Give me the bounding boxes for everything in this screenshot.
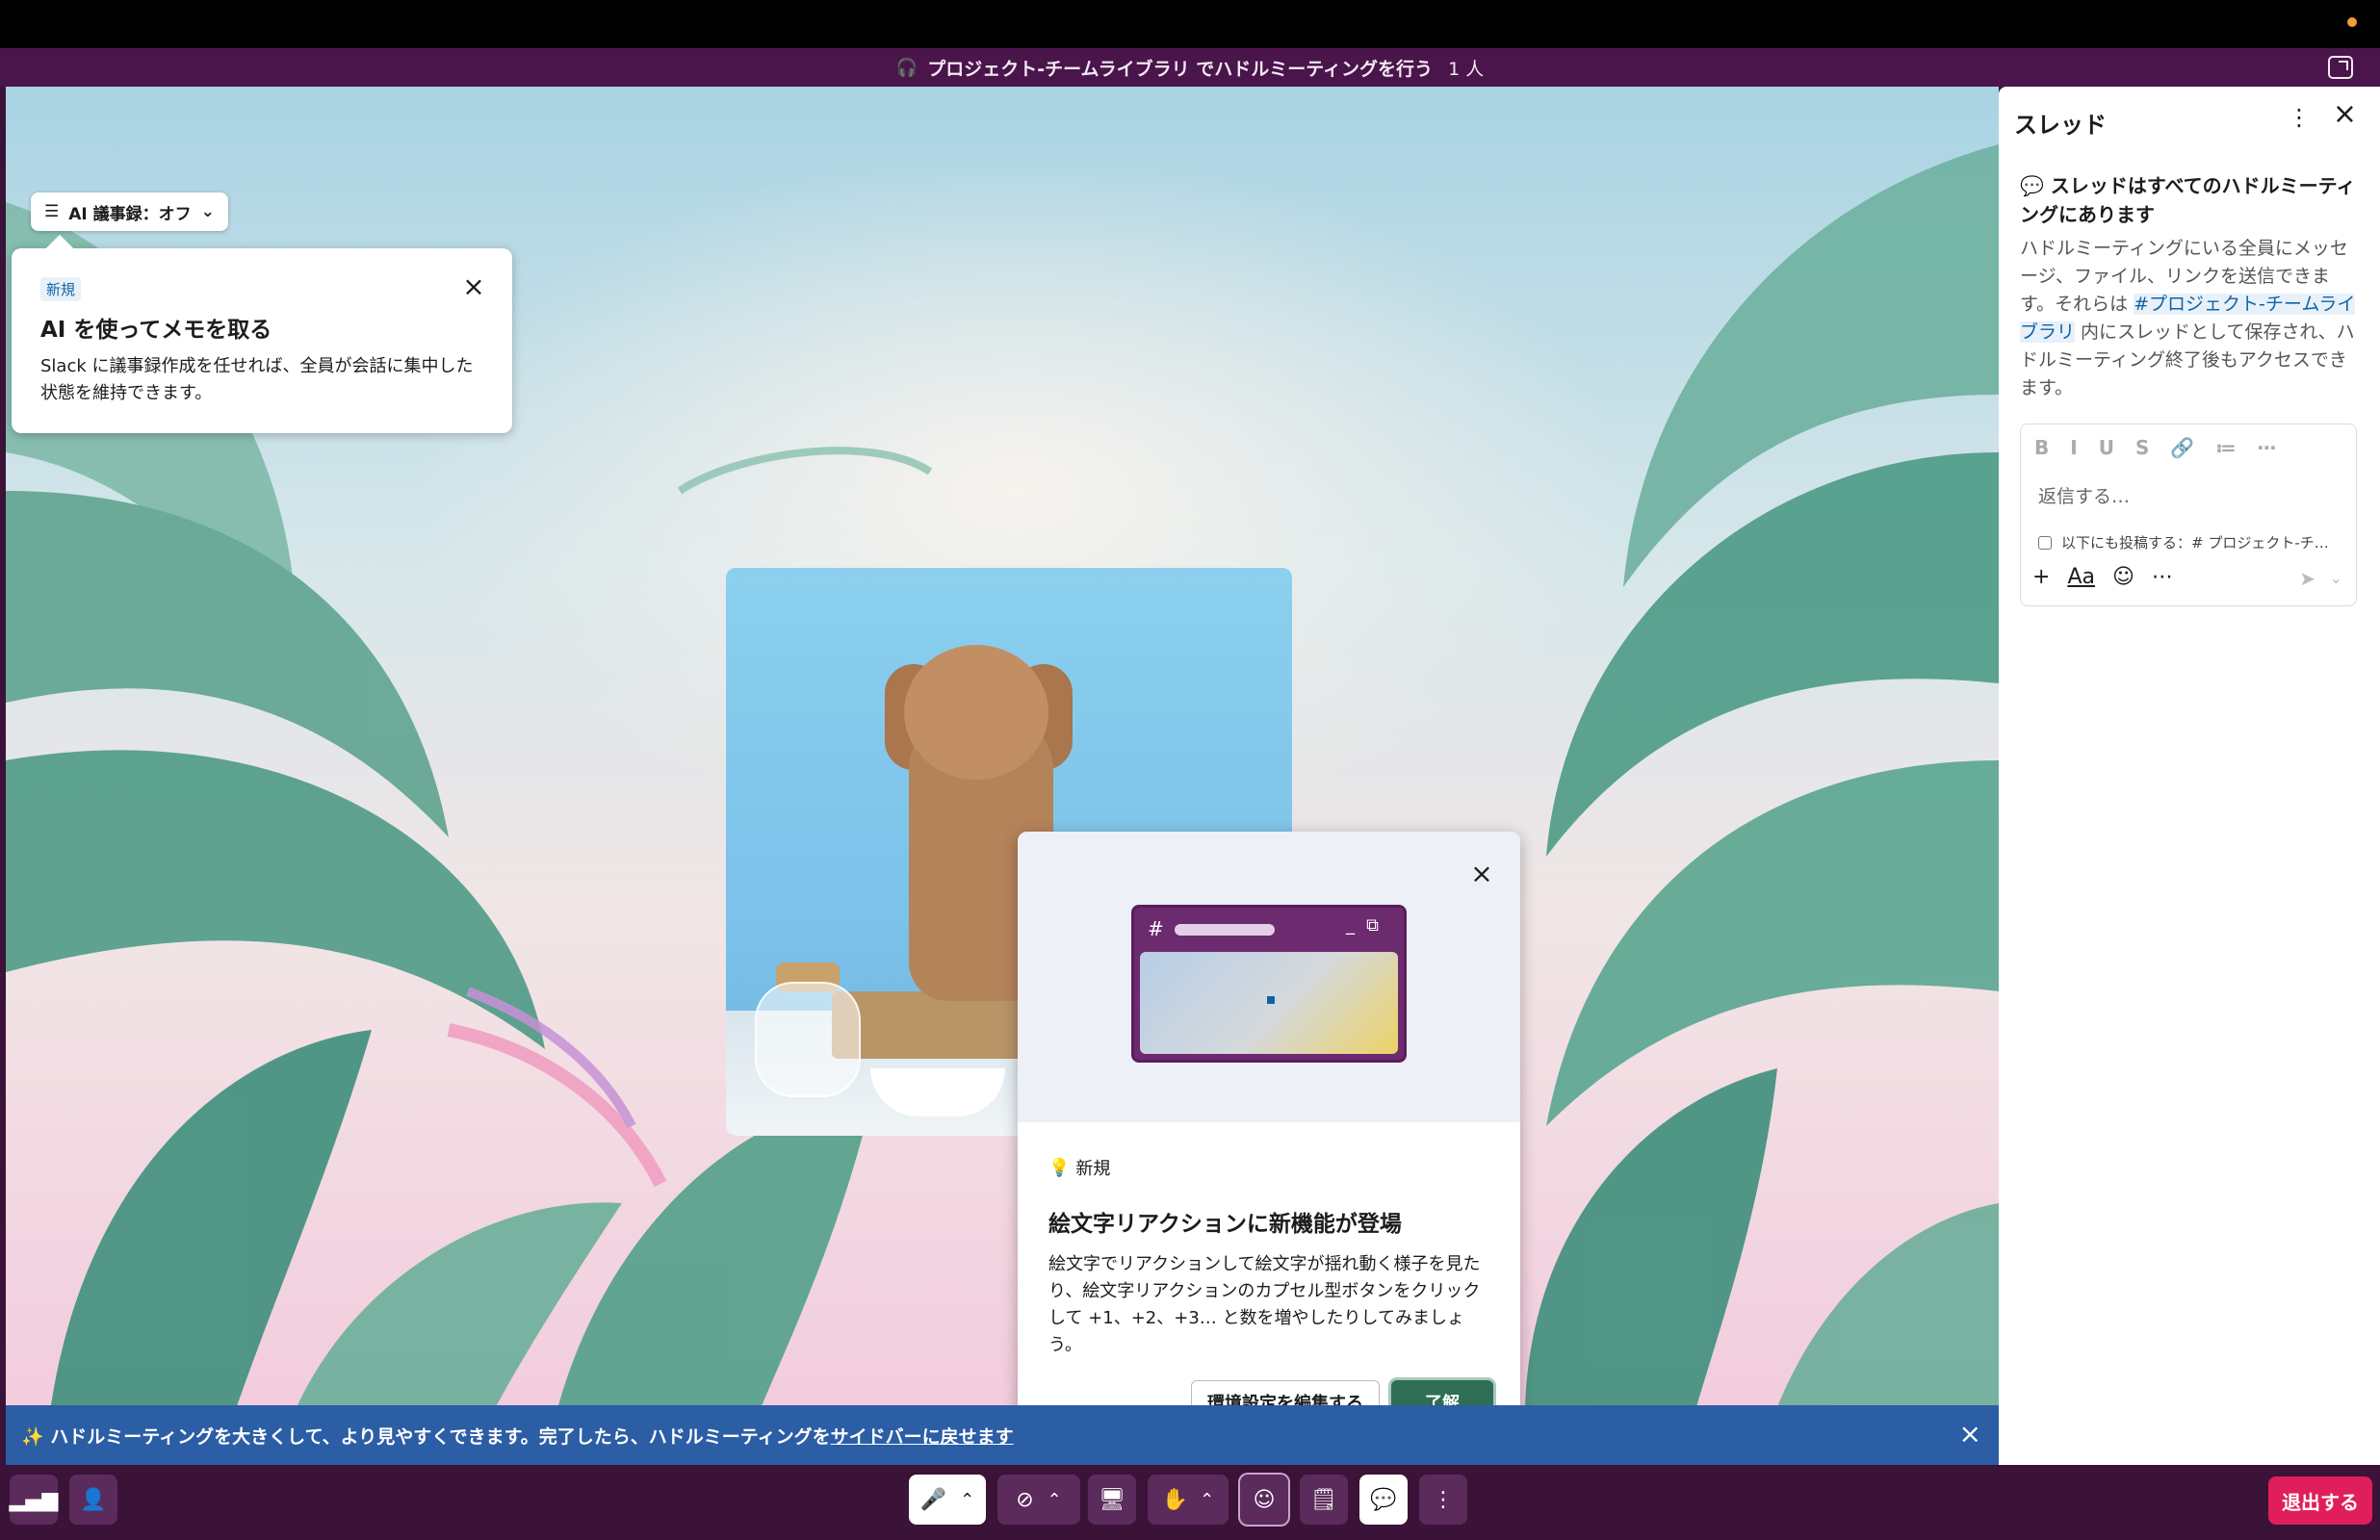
window-controls-icon: _⧉ — [1346, 915, 1390, 936]
lightbulb-icon: 💡 — [1048, 1157, 1071, 1178]
ai-popup-text: Slack に議事録作成を任せれば、全員が会話に集中した状態を維持できます。 — [40, 356, 474, 403]
ai-popup-title: AI を使ってメモを取る — [40, 318, 272, 343]
huddle-stage: ☰ AI 議事録：オフ ⌄ 新規 × AI を使ってメモを取る Slack に議… — [6, 87, 1999, 1465]
ai-notes-icon: ☰ — [44, 202, 60, 221]
dog-head — [904, 645, 1048, 780]
thread-info-title: 💬 スレッドはすべてのハドルミーティングにあります — [2020, 171, 2363, 229]
underline-button[interactable]: U — [2099, 436, 2114, 459]
candy-jar — [755, 982, 861, 1097]
new-tag-label: 新規 — [1075, 1159, 1111, 1179]
plus-icon[interactable]: + — [2032, 565, 2050, 589]
emoji-icon: ☺ — [1253, 1487, 1276, 1512]
ai-notes-popup: 新規 × AI を使ってメモを取る Slack に議事録作成を任せれば、全員が会… — [12, 248, 512, 433]
bold-button[interactable]: B — [2034, 436, 2049, 459]
window-title-pill — [1175, 924, 1275, 936]
close-icon[interactable]: × — [1468, 860, 1495, 887]
italic-button[interactable]: I — [2070, 436, 2077, 459]
emoji-icon[interactable]: ☺ — [2112, 565, 2134, 589]
banner-sidebar-link[interactable]: サイドバーに戻せます — [831, 1423, 1014, 1449]
emoji-reaction-popup: # _⧉ × 💡 新規 絵文字リアクションに新機能が登場 絵文字でリアクションし… — [1018, 832, 1520, 1457]
camera-button[interactable]: ⊘ ⌃ — [997, 1475, 1080, 1525]
link-icon[interactable]: 🔗 — [2170, 436, 2194, 459]
mini-window-illustration: # _⧉ — [1131, 905, 1407, 1063]
also-send-option[interactable]: 以下にも投稿する：# プロジェクト-チ… — [2038, 532, 2329, 552]
thread-info-text: ハドルミーティングにいる全員にメッセージ、ファイル、リンクを送信できます。それら… — [2020, 235, 2363, 402]
also-send-checkbox[interactable] — [2038, 535, 2052, 550]
popout-window-icon[interactable] — [2328, 56, 2353, 79]
composer-tools: + Aa ☺ ⋯ — [2032, 565, 2173, 589]
participant-count: 1 人 — [1448, 58, 1485, 80]
ai-notes-dropdown-label: AI 議事録：オフ — [68, 204, 192, 224]
close-icon[interactable]: × — [460, 273, 487, 300]
window-screen — [1140, 952, 1398, 1054]
expand-huddle-banner: ✨ ハドルミーティングを大きくして、より見やすくできます。完了したら、ハドルミー… — [6, 1405, 1999, 1465]
formatting-aa-icon[interactable]: Aa — [2067, 565, 2095, 589]
emoji-popup-title: 絵文字リアクションに新機能が登場 — [1048, 1212, 1402, 1237]
raise-hand-button[interactable]: ✋ ⌃ — [1148, 1475, 1229, 1525]
huddle-controls-bar: ▂▄▆ 👤 🎤 ⌃ ⊘ ⌃ 🖥 ✋ ⌃ ☺ 🗒 💬 ⋮ 退出する — [0, 1465, 2380, 1540]
huddle-title: プロジェクト-チームライブラリ でハドルミーティングを行う — [927, 58, 1434, 80]
banner-text: ✨ ハドルミーティングを大きくして、より見やすくできます。完了したら、ハドルミー… — [21, 1425, 831, 1448]
thread-panel-title: スレッド — [2014, 112, 2107, 139]
huddle-title-bar: 🎧 プロジェクト-チームライブラリ でハドルミーティングを行う 1 人 — [0, 48, 2380, 87]
send-options-chevron-icon[interactable]: ⌄ — [2330, 569, 2342, 587]
screen-share-icon[interactable]: 🖥 — [1088, 1475, 1136, 1525]
new-badge: 新規 — [40, 277, 82, 301]
raise-hand-icon: ✋ — [1161, 1487, 1189, 1512]
camera-off-icon: ⊘ — [1016, 1487, 1034, 1512]
format-toolbar: B I U S 🔗 ≔ ⋯ — [2034, 436, 2277, 459]
send-icon[interactable]: ➤ — [2299, 567, 2315, 590]
also-send-label: 以下にも投稿する：# プロジェクト-チ… — [2061, 534, 2329, 552]
more-icon[interactable]: ⋯ — [2152, 565, 2173, 589]
leave-huddle-button[interactable]: 退出する — [2268, 1476, 2372, 1525]
emoji-popup-text: 絵文字でリアクションして絵文字が揺れ動く様子を見たり、絵文字リアクションのカプセ… — [1048, 1254, 1481, 1355]
microphone-icon: 🎤 — [919, 1487, 947, 1512]
thread-info: 💬 スレッドはすべてのハドルミーティングにあります ハドルミーティングにいる全員… — [2020, 171, 2363, 402]
chevron-up-icon[interactable]: ⌃ — [960, 1490, 974, 1510]
close-icon[interactable]: × — [1959, 1421, 1981, 1448]
ai-notes-dropdown[interactable]: ☰ AI 議事録：オフ ⌄ — [31, 192, 228, 231]
chevron-up-icon[interactable]: ⌃ — [1200, 1490, 1214, 1510]
headphones-icon: 🎧 — [895, 57, 918, 78]
more-format-icon[interactable]: ⋯ — [2258, 436, 2277, 459]
reply-input[interactable]: 返信する… — [2038, 482, 2130, 508]
chevron-up-icon[interactable]: ⌃ — [1048, 1490, 1062, 1510]
new-tag: 💡 新規 — [1048, 1155, 1491, 1180]
sticker-icon[interactable]: 🗒 — [1300, 1475, 1348, 1525]
notification-dot — [2347, 17, 2357, 27]
thread-chat-icon[interactable]: 💬 — [1359, 1475, 1408, 1525]
thread-icon: 💬 — [2020, 174, 2044, 197]
more-options-icon[interactable]: ⋮ — [1419, 1475, 1467, 1525]
list-icon[interactable]: ≔ — [2215, 436, 2236, 459]
system-top-bar — [0, 0, 2380, 48]
strike-button[interactable]: S — [2135, 436, 2149, 459]
screen-dot — [1267, 996, 1275, 1004]
thread-info-title-text: スレッドはすべてのハドルミーティングにあります — [2020, 174, 2356, 226]
emoji-reaction-button[interactable]: ☺ — [1240, 1475, 1288, 1525]
hash-icon: # — [1148, 917, 1164, 940]
more-options-icon[interactable]: ⋮ — [2288, 104, 2311, 131]
reply-composer: B I U S 🔗 ≔ ⋯ 返信する… 以下にも投稿する：# プロジェクト-チ…… — [2020, 424, 2357, 606]
add-people-icon[interactable]: 👤 — [69, 1475, 117, 1525]
chevron-down-icon: ⌄ — [200, 202, 215, 221]
thread-panel: スレッド ⋮ × 💬 スレッドはすべてのハドルミーティングにあります ハドルミー… — [1999, 87, 2380, 1465]
microphone-button[interactable]: 🎤 ⌃ — [909, 1475, 986, 1525]
popup-illustration: # _⧉ × — [1018, 832, 1520, 1122]
connection-stats-icon[interactable]: ▂▄▆ — [10, 1475, 58, 1525]
close-icon[interactable]: × — [2333, 100, 2357, 129]
